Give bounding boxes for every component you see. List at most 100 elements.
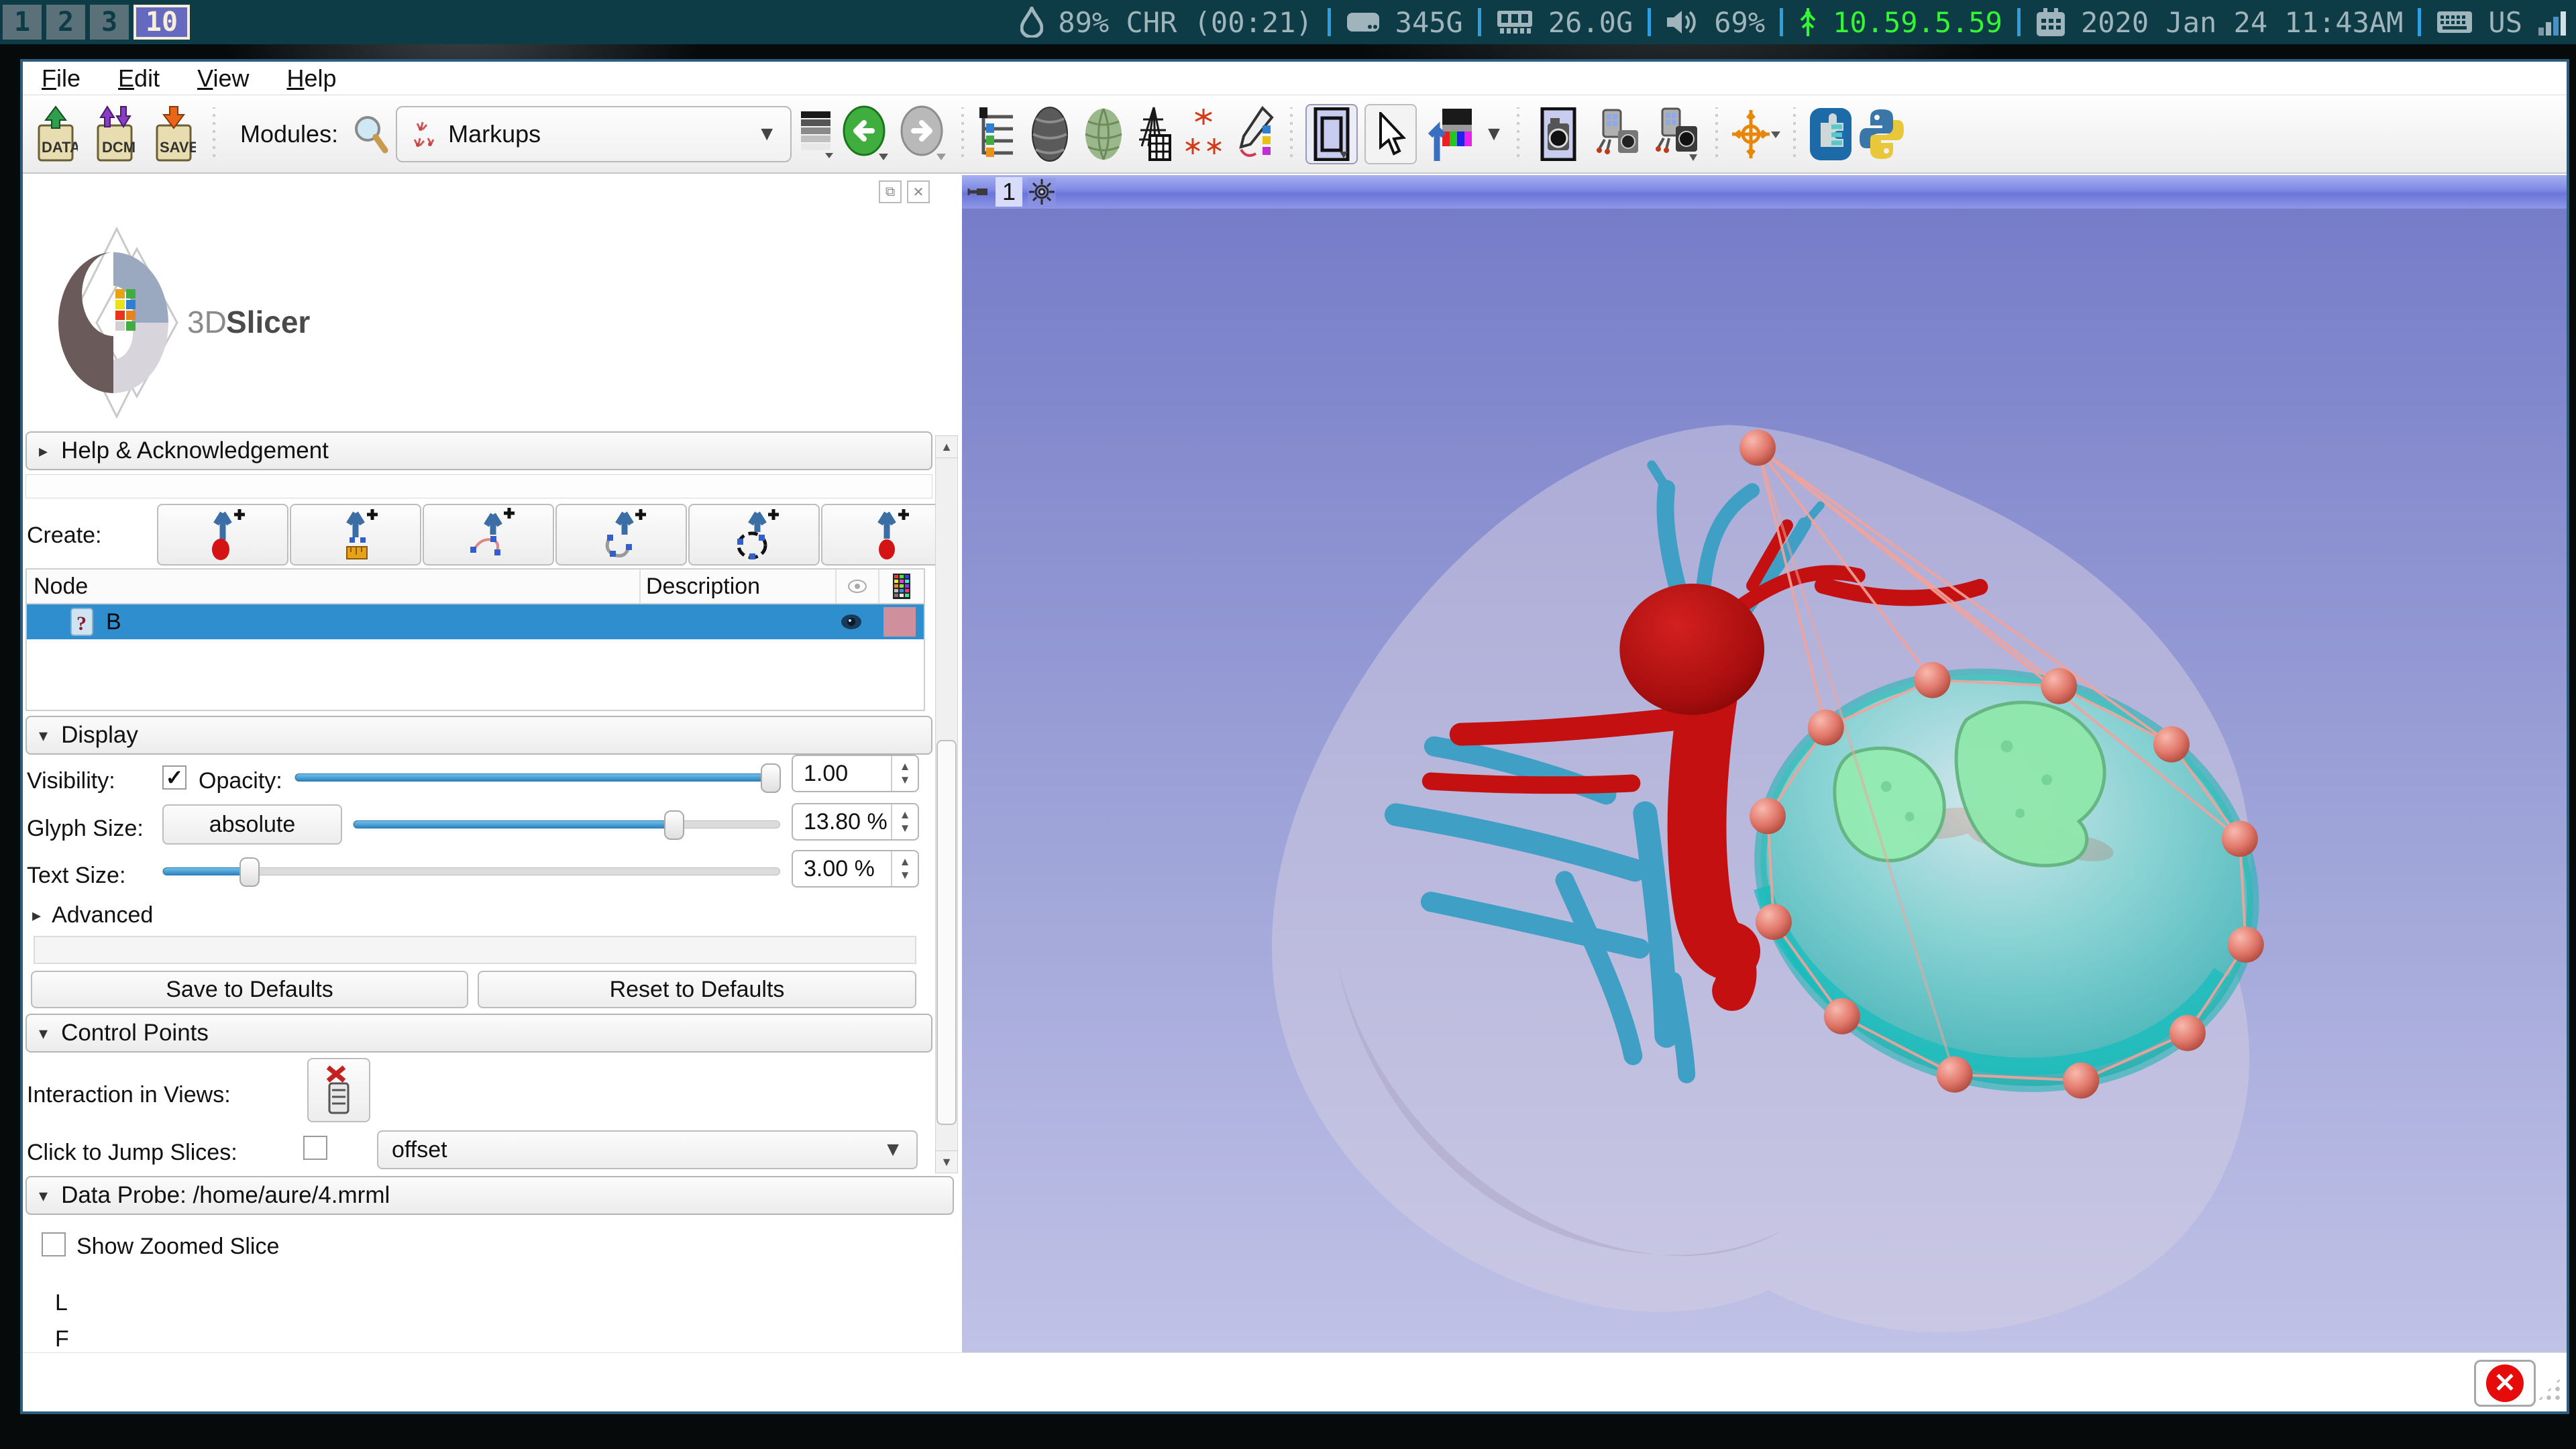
fg-bg-color-icon[interactable] xyxy=(1424,106,1477,162)
mesh-icon[interactable] xyxy=(1134,106,1177,162)
glyph-size-mode-button[interactable]: absolute xyxy=(162,804,342,845)
glyph-size-slider[interactable] xyxy=(353,820,780,828)
module-history-icon[interactable] xyxy=(977,106,1020,162)
menu-edit[interactable]: Edit xyxy=(118,64,160,93)
scroll-down-icon[interactable]: ▼ xyxy=(935,1150,958,1173)
visibility-label: Visibility: xyxy=(27,768,115,794)
create-angle-button[interactable] xyxy=(423,504,554,566)
spinner-arrows-icon[interactable]: ▲▼ xyxy=(891,756,918,791)
create-point-button[interactable] xyxy=(157,504,288,566)
pin-icon[interactable] xyxy=(967,183,990,201)
screenshot-button[interactable] xyxy=(1532,104,1585,164)
curve-node-icon: ? xyxy=(70,607,97,637)
close-panel-icon[interactable]: ✕ xyxy=(907,180,930,203)
layout-button[interactable] xyxy=(1305,104,1358,164)
data-probe-label: Data Probe: /home/aure/4.mrml xyxy=(61,1182,390,1209)
save-to-defaults-button[interactable]: Save to Defaults xyxy=(31,971,468,1008)
help-acknowledgement-section[interactable]: ▸ Help & Acknowledgement xyxy=(25,431,932,470)
collapse-arrow-icon: ▾ xyxy=(39,725,48,746)
separator xyxy=(2418,8,2421,36)
signal-bars-icon xyxy=(2537,7,2567,37)
magnifier-icon[interactable] xyxy=(352,114,389,154)
volume-sphere-icon[interactable] xyxy=(1026,105,1073,163)
view-tab-label[interactable]: 1 xyxy=(996,177,1022,207)
threed-scene[interactable] xyxy=(962,209,2567,1352)
undock-panel-icon[interactable]: ⧉ xyxy=(879,180,902,203)
glyph-size-spinbox[interactable]: 13.80 % ▲▼ xyxy=(792,803,919,841)
create-line-button[interactable] xyxy=(290,504,421,566)
display-section-header[interactable]: ▾ Display xyxy=(25,716,932,755)
visibility-checkbox[interactable]: ✓ xyxy=(162,765,186,790)
column-description[interactable]: Description xyxy=(641,570,837,603)
text-size-spinbox[interactable]: 3.00 % ▲▼ xyxy=(792,850,919,888)
fiducials-icon[interactable] xyxy=(1183,106,1226,162)
jump-mode-combobox[interactable]: offset ▼ xyxy=(377,1130,918,1169)
save-button[interactable]: SAVE xyxy=(148,104,200,164)
annotate-icon[interactable] xyxy=(1233,105,1277,163)
column-color[interactable] xyxy=(879,570,924,603)
view-crosshair-icon[interactable] xyxy=(1028,178,1056,206)
spinner-arrows-icon[interactable]: ▲▼ xyxy=(891,804,918,839)
toolbar-separator xyxy=(1715,107,1719,161)
mouse-mode-button[interactable] xyxy=(1364,104,1417,164)
python-icon[interactable] xyxy=(1860,107,1904,162)
column-node[interactable]: Node xyxy=(27,570,641,603)
panel-scrollbar-handle[interactable] xyxy=(936,740,957,1125)
scroll-up-icon[interactable]: ▲ xyxy=(935,435,958,458)
memory-usage: 26.0G xyxy=(1548,6,1633,39)
levels-icon[interactable] xyxy=(798,109,833,160)
orientation-l-label: L xyxy=(55,1290,68,1316)
create-open-curve-button[interactable] xyxy=(555,504,687,566)
resize-grip[interactable] xyxy=(2536,1376,2563,1403)
forward-icon[interactable] xyxy=(898,105,949,163)
load-data-button[interactable]: DATA xyxy=(30,104,82,164)
scene-view-button[interactable] xyxy=(1591,104,1644,164)
green-sphere-icon[interactable] xyxy=(1080,105,1127,163)
menu-help[interactable]: Help xyxy=(286,64,336,93)
chevron-down-icon: ▼ xyxy=(883,1138,903,1161)
create-closed-curve-button[interactable] xyxy=(688,504,820,566)
opacity-slider[interactable] xyxy=(294,773,780,782)
reset-to-defaults-button[interactable]: Reset to Defaults xyxy=(478,971,916,1008)
text-size-slider[interactable] xyxy=(162,867,780,875)
menu-view[interactable]: View xyxy=(197,64,249,93)
advanced-section[interactable]: ▸ Advanced xyxy=(32,902,153,928)
toolbar-separator xyxy=(1792,107,1796,161)
control-points-label: Control Points xyxy=(61,1020,209,1046)
workspace-10-active[interactable]: 10 xyxy=(133,5,190,40)
dicom-button[interactable]: DCM xyxy=(89,104,141,164)
workspace-2[interactable]: 2 xyxy=(46,5,85,40)
back-icon[interactable] xyxy=(840,105,891,163)
advanced-label: Advanced xyxy=(52,902,153,928)
column-visibility[interactable] xyxy=(837,570,879,603)
create-label: Create: xyxy=(27,523,102,549)
control-points-section-header[interactable]: ▾ Control Points xyxy=(25,1014,932,1053)
create-fiducial-button[interactable] xyxy=(821,504,953,566)
data-probe-section-header[interactable]: ▾ Data Probe: /home/aure/4.mrml xyxy=(25,1176,954,1215)
extensions-icon[interactable] xyxy=(1809,107,1853,162)
threed-view-header-bar[interactable]: 1 xyxy=(962,175,2567,209)
workspace-1[interactable]: 1 xyxy=(3,5,42,40)
threed-view[interactable]: 1 xyxy=(962,175,2567,1352)
node-row-b[interactable]: ? B xyxy=(27,604,924,639)
click-to-jump-checkbox[interactable] xyxy=(303,1136,327,1160)
save-icon: SAVE xyxy=(152,105,196,163)
menu-file[interactable]: File xyxy=(42,64,80,93)
chevron-down-icon[interactable]: ▼ xyxy=(1484,123,1504,146)
interaction-in-views-button[interactable] xyxy=(307,1058,370,1122)
show-zoomed-slice-checkbox[interactable] xyxy=(42,1232,66,1256)
opacity-spinbox[interactable]: 1.00 ▲▼ xyxy=(792,755,919,792)
node-visibility-eye-icon[interactable] xyxy=(839,612,863,631)
workspace-3[interactable]: 3 xyxy=(90,5,129,40)
node-color-swatch[interactable] xyxy=(883,607,916,637)
error-close-button[interactable]: ✕ xyxy=(2474,1360,2536,1407)
toolbar-separator xyxy=(1516,107,1520,161)
module-selector-combobox[interactable]: Markups ▼ xyxy=(396,106,792,162)
scene-view-restore-button[interactable] xyxy=(1650,104,1703,164)
scene-view-icon xyxy=(1594,107,1641,161)
spinner-arrows-icon[interactable]: ▲▼ xyxy=(891,851,918,886)
glyph-size-value: 13.80 % xyxy=(793,809,891,835)
save-to-defaults-label: Save to Defaults xyxy=(166,977,333,1003)
text-size-value: 3.00 % xyxy=(793,856,891,882)
crosshair-icon[interactable] xyxy=(1731,107,1780,161)
